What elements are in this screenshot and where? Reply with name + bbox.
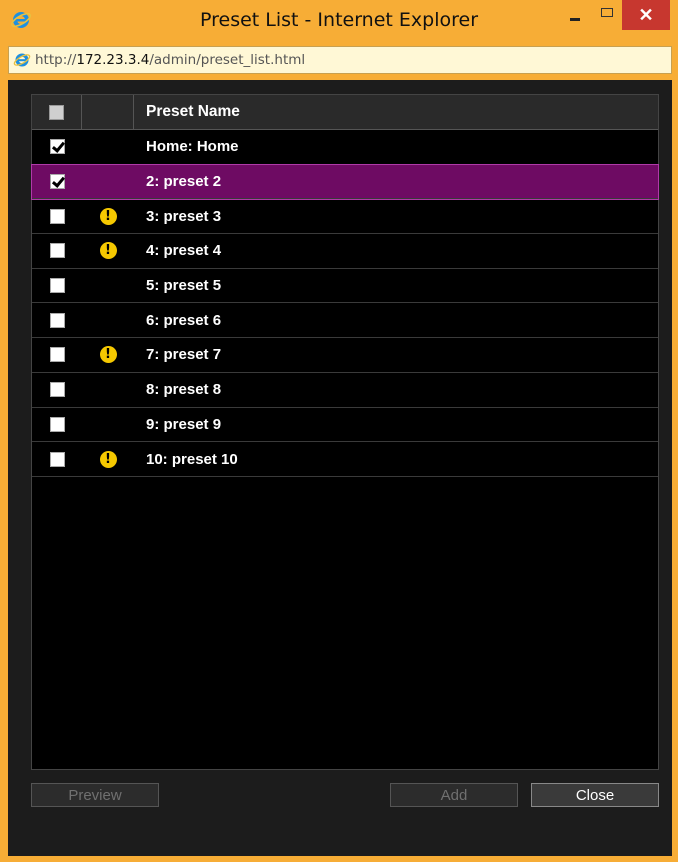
preset-name: 6: preset 6 [146,311,222,329]
row-check-cell [32,442,82,476]
row-status-cell [82,130,134,164]
table-header: Preset Name [32,95,658,130]
preset-name: 3: preset 3 [146,207,222,225]
row-checkbox[interactable] [49,382,65,398]
row-status-cell [82,373,134,407]
table-row[interactable]: Home: Home [32,130,658,165]
maximize-icon [601,7,613,17]
warning-icon: ! [99,242,117,260]
table-row[interactable]: ! 4: preset 4 [32,234,658,269]
warning-icon: ! [99,450,117,468]
preset-name: 7: preset 7 [146,346,222,364]
header-check-cell [32,95,82,129]
row-checkbox[interactable] [49,416,65,432]
preset-name: 4: preset 4 [146,242,222,260]
row-check-cell [32,373,82,407]
preset-name: 8: preset 8 [146,381,222,399]
table-row[interactable]: 6: preset 6 [32,303,658,339]
preset-name: 9: preset 9 [146,415,222,433]
row-check-cell [32,408,82,442]
row-status-cell [82,165,134,199]
table-row[interactable]: 9: preset 9 [32,408,658,443]
preset-name: 10: preset 10 [146,450,238,468]
address-bar[interactable]: http://172.23.3.4/admin/preset_list.html [8,46,672,74]
row-check-cell [32,303,82,337]
preset-table: Preset Name Home: Home 2: preset 2! 3: pre… [31,94,659,770]
row-status-cell: ! [82,234,134,268]
row-status-cell [82,303,134,337]
row-checkbox[interactable] [49,347,65,363]
table-row[interactable]: 2: preset 2 [31,163,659,201]
row-checkbox[interactable] [49,208,65,224]
row-status-cell [82,408,134,442]
add-button[interactable]: Add [390,783,518,807]
minimize-button[interactable] [562,0,588,30]
dialog-content: Preset Name Home: Home 2: preset 2! 3: pre… [8,80,672,856]
row-check-cell [32,165,82,199]
table-row[interactable]: 8: preset 8 [32,373,658,408]
close-icon: ✕ [638,4,654,25]
table-row[interactable]: ! 10: preset 10 [32,442,658,477]
row-status-cell: ! [82,199,134,233]
close-button[interactable]: Close [531,783,659,807]
internet-explorer-icon [13,53,31,67]
row-check-cell [32,269,82,303]
row-check-cell [32,199,82,233]
row-status-cell: ! [82,442,134,476]
row-checkbox[interactable] [49,174,65,190]
preview-button[interactable]: Preview [31,783,159,807]
row-checkbox[interactable] [49,312,65,328]
row-checkbox[interactable] [49,451,65,467]
row-check-cell [32,234,82,268]
warning-icon: ! [99,207,117,225]
preset-name-header[interactable]: Preset Name [134,95,658,129]
title-bar: Preset List - Internet Explorer ✕ [0,0,678,42]
preset-name: Home: Home [146,138,239,156]
row-checkbox[interactable] [49,139,65,155]
preset-name: 5: preset 5 [146,277,222,295]
table-body: Home: Home 2: preset 2! 3: preset 3! 4: pre… [31,130,659,477]
row-checkbox[interactable] [49,278,65,294]
warning-icon: ! [99,346,117,364]
minimize-icon [570,17,580,21]
row-status-cell [82,269,134,303]
preset-name: 2: preset 2 [146,173,222,191]
maximize-button[interactable] [594,0,620,30]
table-row[interactable]: ! 7: preset 7 [32,338,658,373]
table-row[interactable]: ! 3: preset 3 [32,199,658,235]
row-checkbox[interactable] [49,243,65,259]
row-status-cell: ! [82,338,134,372]
row-check-cell [32,338,82,372]
row-check-cell [32,130,82,164]
window-close-button[interactable]: ✕ [622,0,670,30]
header-status-cell [82,95,134,129]
select-all-checkbox[interactable] [49,104,64,120]
table-row[interactable]: 5: preset 5 [32,269,658,304]
address-url: http://172.23.3.4/admin/preset_list.html [35,52,306,68]
